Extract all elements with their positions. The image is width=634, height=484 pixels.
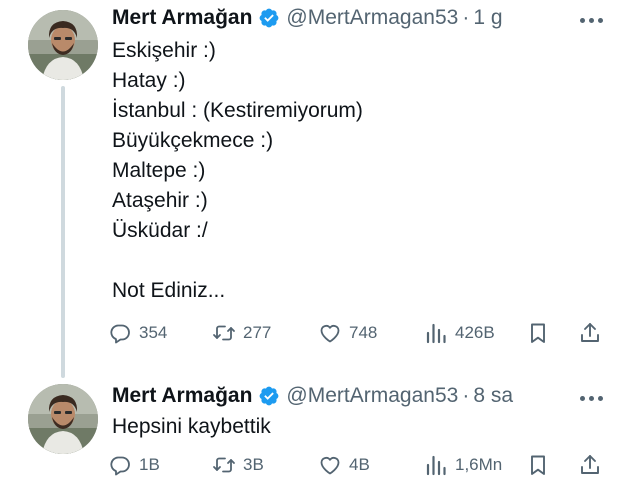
retweet-icon [213,325,235,341]
tweet-text-line: İstanbul : (Kestiremiyorum) [112,99,363,122]
retweet-button[interactable]: 3B [212,450,264,480]
reply-count: 1B [139,455,160,474]
heart-icon [320,325,340,343]
separator-dot: · [462,6,470,29]
tweet-text-line: Hatay :) [112,69,186,92]
bookmark-button[interactable] [526,450,550,480]
views-icon [426,455,446,476]
retweet-count: 3B [243,455,264,474]
tweet-text-line: Not Ediniz... [112,279,226,302]
views-icon [426,323,446,344]
views-button[interactable]: 1,6Mn [424,450,502,480]
bookmark-icon [531,455,545,475]
like-button[interactable]: 748 [318,318,377,348]
tweet-text-line: Üsküdar :/ [112,219,208,242]
verified-badge-icon [260,8,279,28]
action-bar: 354 277 748 426B [108,318,608,348]
tweet-text-line: Hepsini kaybettik [112,415,271,438]
views-count: 1,6Mn [455,455,503,474]
views-button[interactable]: 426B [424,318,495,348]
retweet-button[interactable]: 277 [212,318,271,348]
reply-button[interactable]: 354 [108,318,167,348]
tweet-text-line: Ataşehir :) [112,189,208,212]
bookmark-icon [531,323,545,343]
views-count: 426B [455,323,495,342]
like-button[interactable]: 4B [318,450,370,480]
tweet-text-line: Maltepe :) [112,159,206,182]
tweet-time[interactable]: 1 g [473,6,502,30]
tweet-1[interactable]: Mert Armağan @MertArmagan53 · 1 g Eskişe… [0,0,634,378]
bookmark-button[interactable] [526,318,550,348]
share-icon [581,455,599,474]
tweet-text: Hepsini kaybettik [112,412,604,442]
heart-icon [320,457,340,475]
separator-dot: · [462,384,470,407]
author-handle[interactable]: @MertArmagan53 [286,6,458,30]
tweet-text: Eskişehir :) Hatay :) İstanbul : (Kestir… [112,36,604,306]
avatar-image [28,10,98,80]
retweet-icon [213,457,235,473]
more-dots-icon[interactable] [576,8,606,32]
tweet-2[interactable]: Mert Armağan @MertArmagan53 · 8 sa Hepsi… [0,372,634,484]
reply-icon [110,456,130,476]
more-dots-icon[interactable] [576,386,606,410]
verified-badge-icon [260,386,279,406]
author-handle[interactable]: @MertArmagan53 [286,384,458,408]
avatar[interactable] [28,384,98,454]
tweet-text-line [112,246,604,276]
like-count: 748 [349,323,378,342]
avatar-image [28,384,98,454]
tweet-header: Mert Armağan @MertArmagan53 · 1 g [112,4,574,32]
tweet-text-line: Eskişehir :) [112,39,216,62]
author-name[interactable]: Mert Armağan [112,6,252,30]
tweet-header: Mert Armağan @MertArmagan53 · 8 sa [112,382,574,410]
author-name[interactable]: Mert Armağan [112,384,252,408]
share-button[interactable] [578,450,602,480]
retweet-count: 277 [243,323,272,342]
thread-line [61,86,65,378]
reply-icon [110,324,130,344]
share-button[interactable] [578,318,602,348]
reply-count: 354 [139,323,168,342]
reply-button[interactable]: 1B [108,450,160,480]
share-icon [581,323,599,342]
tweet-time[interactable]: 8 sa [473,384,513,408]
like-count: 4B [349,455,370,474]
tweet-text-line: Büyükçekmece :) [112,129,274,152]
action-bar: 1B 3B 4B 1,6Mn [108,450,608,480]
avatar[interactable] [28,10,98,80]
